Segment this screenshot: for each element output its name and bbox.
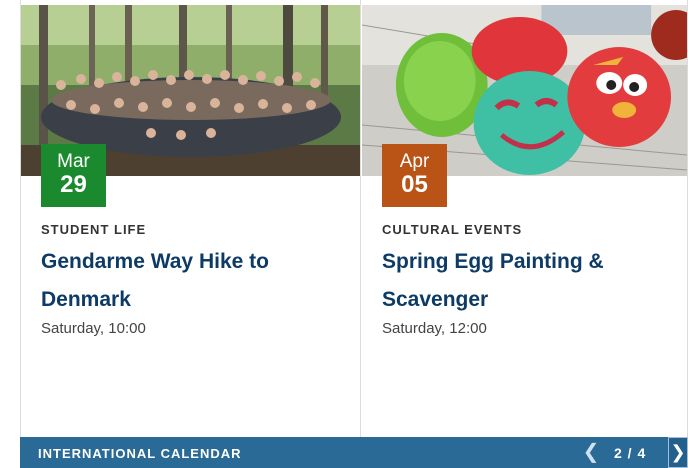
- event-category: Student Life: [41, 222, 147, 237]
- event-time: Saturday, 10:00: [41, 320, 146, 337]
- date-month: Apr: [399, 151, 430, 172]
- calendar-footer-bar: International Calendar ❮ 2 / 4: [20, 437, 668, 468]
- date-month: Mar: [57, 151, 90, 172]
- calendar-title: International Calendar: [38, 446, 242, 461]
- date-day: 29: [60, 171, 87, 198]
- event-card-body: Cultural Events Spring Egg Painting & Sc…: [382, 222, 673, 339]
- event-card[interactable]: Mar 29 Student Life Gendarme Way Hike to…: [20, 0, 361, 437]
- chevron-left-icon[interactable]: ❮: [581, 440, 601, 464]
- event-title-link[interactable]: Spring Egg Painting & Scavenger: [382, 243, 673, 319]
- date-badge: Apr 05: [382, 144, 447, 207]
- page-indicator: 2 / 4: [614, 445, 647, 461]
- date-day: 05: [401, 171, 428, 198]
- event-card-body: Student Life Gendarme Way Hike to Denmar…: [41, 222, 346, 339]
- event-title-link[interactable]: Gendarme Way Hike to Denmark: [41, 243, 346, 319]
- event-card[interactable]: Apr 05 Cultural Events Spring Egg Painti…: [362, 0, 688, 437]
- event-time: Saturday, 12:00: [382, 320, 487, 337]
- event-carousel: Mar 29 Student Life Gendarme Way Hike to…: [0, 0, 688, 468]
- chevron-right-icon[interactable]: ❯: [668, 437, 688, 468]
- event-category: Cultural Events: [382, 222, 523, 237]
- date-badge: Mar 29: [41, 144, 106, 207]
